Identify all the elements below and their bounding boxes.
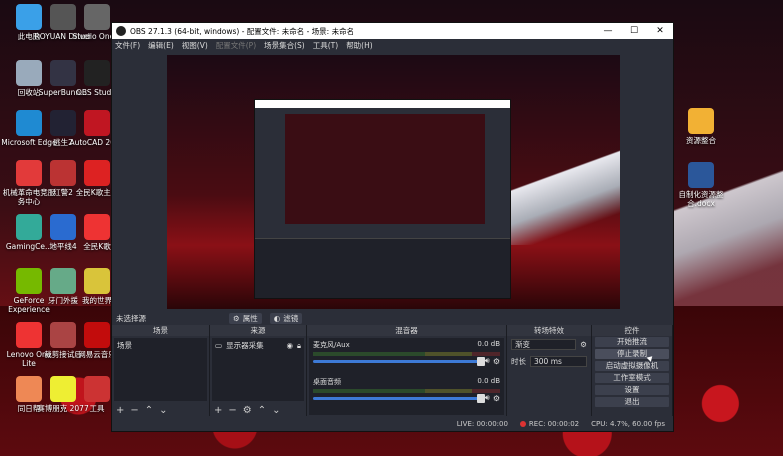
volume-meter [313,389,500,393]
gear-icon[interactable]: ⚙ [243,405,252,416]
remove-source-button[interactable]: − [228,405,236,416]
list-item[interactable]: 场景 [114,338,207,353]
mixer-dock: 混音器 麦克风/Aux 0.0 dB 🔊︎ ⚙ 桌面音频 0.0 dB 🔊︎ ⚙ [307,325,507,417]
duration-input[interactable]: 300 ms [530,356,587,367]
lock-icon[interactable]: 🔒︎ [297,341,301,351]
desktop-icon[interactable]: 资源整合 [672,108,730,145]
gear-icon[interactable]: ⚙ [493,357,500,366]
close-button[interactable]: ✕ [647,26,673,36]
sources-dock-title: 来源 [210,325,306,336]
app-icon [84,214,110,240]
sources-dock: 来源 ▭ 显示器采集 ◉ 🔒︎ + − ⚙ ⌃ ⌄ [210,325,307,417]
menu-profile[interactable]: 配置文件(P) [216,40,256,51]
menu-file[interactable]: 文件(F) [115,40,140,51]
status-bar: LIVE: 00:00:00 REC: 00:00:02 CPU: 4.7%, … [112,416,673,431]
move-down-icon[interactable]: ⌄ [272,405,280,416]
menu-help[interactable]: 帮助(H) [346,40,373,51]
scenes-toolbar: + − ⌃ ⌄ [112,403,209,417]
rec-timer: REC: 00:00:02 [519,420,579,428]
menu-edit[interactable]: 编辑(E) [148,40,174,51]
source-toolbar: 未选择源 ⚙ 属性 ◐ 滤镜 [112,312,673,324]
gear-icon[interactable]: ⚙ [493,394,500,403]
scenes-dock: 场景 场景 + − ⌃ ⌄ [112,325,210,417]
eye-icon[interactable]: ◉ [286,341,293,350]
add-source-button[interactable]: + [214,405,222,416]
sources-list: ▭ 显示器采集 ◉ 🔒︎ [212,338,304,401]
properties-button[interactable]: ⚙ 属性 [229,312,262,324]
record-icon [519,420,526,427]
menu-scene-collection[interactable]: 场景集合(S) [264,40,305,51]
minimize-button[interactable]: — [595,26,621,36]
filter-icon: ◐ [273,313,281,323]
app-icon [84,268,110,294]
mixer-tracks: 麦克风/Aux 0.0 dB 🔊︎ ⚙ 桌面音频 0.0 dB 🔊︎ ⚙ [309,338,504,415]
app-icon [84,4,110,30]
filters-button[interactable]: ◐ 滤镜 [269,312,303,324]
transitions-dock: 转场特效 渐变 ⚙ 时长 300 ms [507,325,592,417]
studio-mode-button[interactable]: 工作室模式 [595,373,669,383]
app-icon [688,108,714,134]
move-up-icon[interactable]: ⌃ [145,405,153,416]
menu-view[interactable]: 视图(V) [182,40,208,51]
mixer-dock-title: 混音器 [307,325,506,336]
maximize-button[interactable]: ☐ [621,26,647,36]
app-icon [84,60,110,86]
window-title: OBS 27.1.3 (64-bit, windows) - 配置文件: 未命名… [130,26,355,36]
menu-tools[interactable]: 工具(T) [313,40,338,51]
settings-button[interactable]: 设置 [595,385,669,395]
live-timer: LIVE: 00:00:00 [456,419,508,428]
gear-icon[interactable]: ⚙ [580,340,587,349]
docks-area: 场景 场景 + − ⌃ ⌄ 来源 ▭ 显示器采集 ◉ 🔒︎ + − ⚙ ⌃ ⌄ … [112,325,673,417]
controls-dock-title: 控件 [592,325,672,336]
selected-source-label: 未选择源 [116,313,146,323]
app-icon [84,160,110,186]
preview-canvas[interactable] [167,55,620,309]
start-streaming-button[interactable]: 开始推流 [595,337,669,347]
list-item[interactable]: ▭ 显示器采集 ◉ 🔒︎ [212,338,304,353]
add-scene-button[interactable]: + [116,405,124,416]
move-down-icon[interactable]: ⌄ [159,405,167,416]
obs-logo-icon [116,26,126,36]
remove-scene-button[interactable]: − [130,405,138,416]
volume-slider[interactable] [313,393,485,403]
speaker-icon[interactable]: 🔊︎ [485,356,490,366]
obs-window: OBS 27.1.3 (64-bit, windows) - 配置文件: 未命名… [111,22,674,432]
duration-label: 时长 [511,357,526,366]
preview-nested-obs-window [254,99,511,299]
menu-bar: 文件(F) 编辑(E) 视图(V) 配置文件(P) 场景集合(S) 工具(T) … [112,39,673,52]
app-icon [84,322,110,348]
speaker-icon[interactable]: 🔊︎ [485,393,490,403]
cpu-fps: CPU: 4.7%, 60.00 fps [591,419,665,428]
stop-recording-button[interactable]: 停止录制 [595,349,669,359]
app-icon [688,162,714,188]
desktop-icon-label: 资源整合 [686,136,716,145]
nested-preview [285,114,485,224]
nested-docks [255,238,510,298]
app-icon [84,110,110,136]
gear-icon: ⚙ [233,313,240,323]
monitor-icon: ▭ [215,341,223,350]
mixer-track-desktop: 桌面音频 0.0 dB 🔊︎ ⚙ [313,377,500,403]
start-virtual-camera-button[interactable]: 启动虚拟摄像机 [595,361,669,371]
title-bar: OBS 27.1.3 (64-bit, windows) - 配置文件: 未命名… [112,23,673,39]
mixer-track-mic: 麦克风/Aux 0.0 dB 🔊︎ ⚙ [313,340,500,366]
volume-slider[interactable] [313,356,485,366]
transition-select[interactable]: 渐变 [511,339,577,350]
sources-toolbar: + − ⚙ ⌃ ⌄ [210,403,306,417]
volume-meter [313,352,500,356]
app-icon [84,376,110,402]
transitions-dock-title: 转场特效 [507,325,591,336]
move-up-icon[interactable]: ⌃ [258,405,266,416]
exit-button[interactable]: 退出 [595,397,669,407]
scenes-list: 场景 [114,338,207,401]
desktop-icon[interactable]: 自制化资源整合.docx [672,162,730,208]
scenes-dock-title: 场景 [112,325,209,336]
desktop-icon-label: 自制化资源整合.docx [678,190,724,208]
controls-dock: 控件 开始推流 停止录制 启动虚拟摄像机 工作室模式 设置 退出 [592,325,673,417]
